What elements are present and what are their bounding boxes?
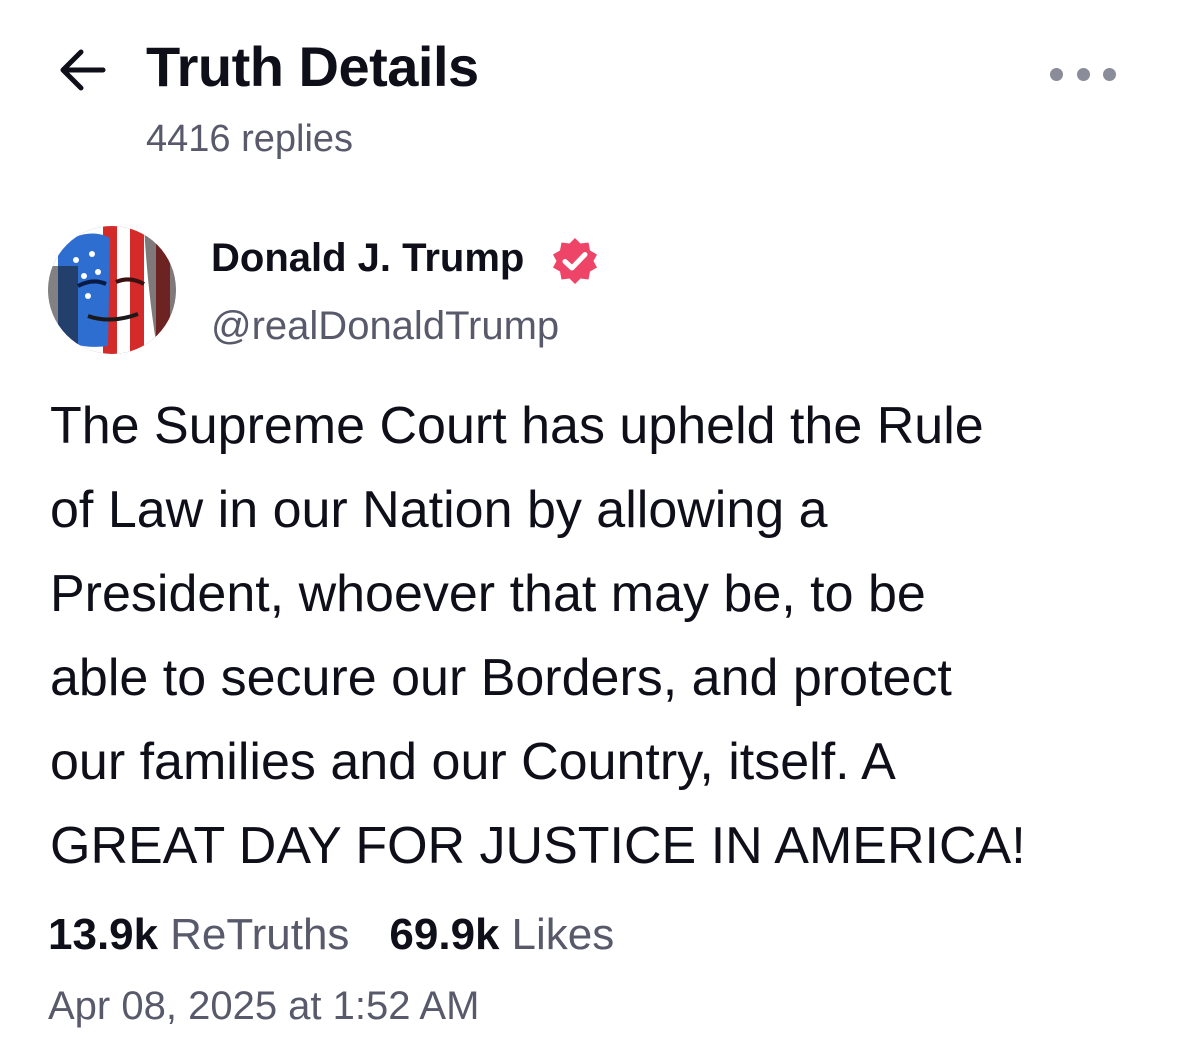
more-horizontal-icon (1050, 67, 1063, 81)
retruths-stat[interactable]: 13.9k ReTruths (48, 910, 349, 960)
likes-label: Likes (511, 910, 615, 959)
retruths-label: ReTruths (170, 910, 350, 959)
author-handle[interactable]: @realDonaldTrump (211, 304, 559, 349)
likes-count: 69.9k (389, 910, 500, 959)
post-text: The Supreme Court has upheld the Rule of… (50, 397, 1026, 875)
back-button[interactable] (52, 44, 112, 96)
header-bar: Truth Details 4416 replies (0, 0, 1179, 180)
page-title: Truth Details (146, 35, 479, 98)
arrow-left-icon (60, 49, 106, 91)
verified-badge-icon (553, 238, 597, 284)
avatar-image (48, 226, 176, 354)
post-stats: 13.9k ReTruths 69.9k Likes (48, 910, 614, 960)
author-name[interactable]: Donald J. Trump (211, 236, 524, 281)
retruths-count: 13.9k (48, 910, 159, 959)
post-timestamp: Apr 08, 2025 at 1:52 AM (48, 984, 480, 1028)
more-options-button[interactable] (1050, 56, 1116, 92)
avatar[interactable] (48, 226, 176, 354)
replies-count: 4416 replies (146, 118, 354, 160)
likes-stat[interactable]: 69.9k Likes (389, 910, 614, 960)
